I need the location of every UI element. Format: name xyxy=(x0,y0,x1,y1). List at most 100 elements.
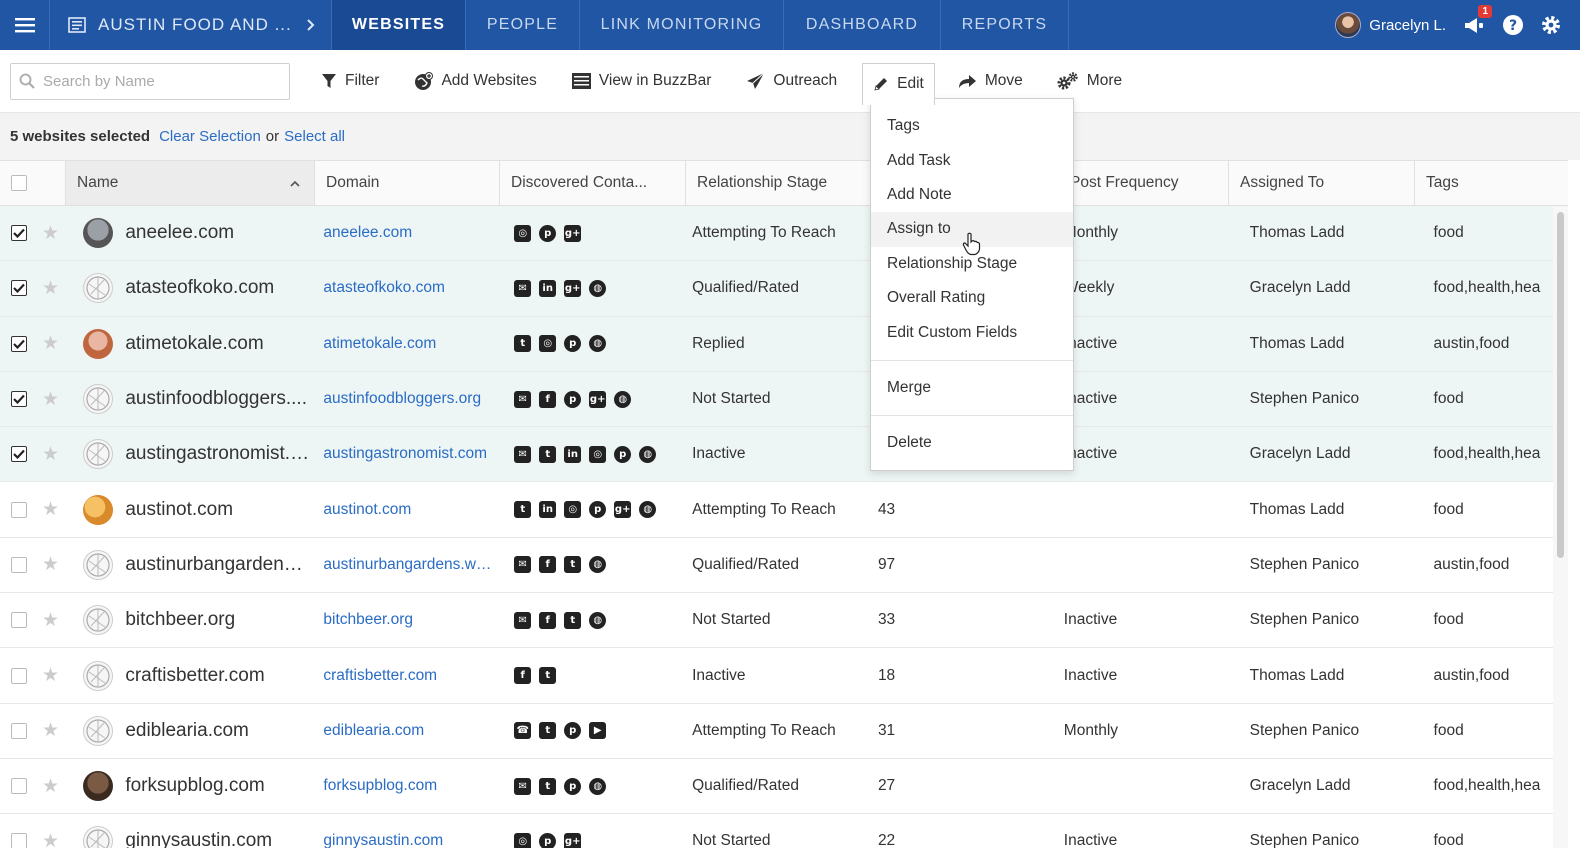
project-switcher[interactable]: AUSTIN FOOD AND ... xyxy=(50,0,332,50)
edit-button[interactable]: Edit xyxy=(862,62,935,105)
instagram-icon[interactable]: ◎ xyxy=(539,335,557,353)
facebook-icon[interactable]: f xyxy=(539,390,557,408)
web-icon[interactable]: ◍ xyxy=(639,445,657,463)
pinterest-icon[interactable]: p xyxy=(564,390,582,408)
twitter-icon[interactable]: t xyxy=(539,445,557,463)
column-name[interactable]: Name xyxy=(66,161,315,205)
domain-link[interactable]: ginnysaustin.com xyxy=(323,832,443,848)
instagram-icon[interactable]: ◎ xyxy=(514,832,532,848)
facebook-icon[interactable]: f xyxy=(514,667,532,685)
favorite-star-icon[interactable]: ★ xyxy=(36,814,66,848)
tab-reports[interactable]: REPORTS xyxy=(941,0,1069,50)
table-row[interactable]: ★ atasteofkoko.com atasteofkoko.com ✉ in g+ ◍ Q… xyxy=(0,261,1553,317)
favorite-star-icon[interactable]: ★ xyxy=(36,372,66,426)
favorite-star-icon[interactable]: ★ xyxy=(36,704,66,758)
website-name-cell[interactable]: austingastronomist.c... xyxy=(65,427,311,481)
googleplus-icon[interactable]: g+ xyxy=(564,832,582,848)
tab-dashboard[interactable]: DASHBOARD xyxy=(784,0,941,50)
favorite-star-icon[interactable]: ★ xyxy=(36,427,66,481)
table-row[interactable]: ★ ediblearia.com ediblearia.com ☎ t p ▶ Attempt… xyxy=(0,704,1553,759)
table-row[interactable]: ★ austinot.com austinot.com t in ◎ p g+ ◍ Attempt… xyxy=(0,482,1553,538)
facebook-icon[interactable]: f xyxy=(539,556,557,574)
domain-link[interactable]: craftisbetter.com xyxy=(323,667,437,685)
favorite-star-icon[interactable]: ★ xyxy=(36,482,66,536)
youtube-icon[interactable]: ▶ xyxy=(589,722,607,740)
search-input[interactable] xyxy=(43,72,273,90)
website-name-cell[interactable]: ginnysaustin.com xyxy=(65,814,311,848)
select-all-link[interactable]: Select all xyxy=(284,128,345,145)
googleplus-icon[interactable]: g+ xyxy=(614,501,632,519)
row-checkbox[interactable] xyxy=(11,612,27,629)
scrollbar-thumb[interactable] xyxy=(1557,212,1564,558)
notifications-button[interactable]: 1 xyxy=(1462,5,1492,37)
domain-link[interactable]: atimetokale.com xyxy=(323,335,436,353)
outreach-button[interactable]: Outreach xyxy=(736,63,847,100)
row-checkbox[interactable] xyxy=(11,722,27,739)
website-name-cell[interactable]: austinfoodbloggers.... xyxy=(65,372,311,426)
column-domain[interactable]: Domain xyxy=(315,161,500,205)
select-all-checkbox[interactable] xyxy=(11,175,27,191)
linkedin-icon[interactable]: in xyxy=(539,501,557,519)
email-icon[interactable]: ✉ xyxy=(514,777,532,795)
favorite-star-icon[interactable]: ★ xyxy=(36,261,66,315)
table-row[interactable]: ★ forksupblog.com forksupblog.com ✉ t p ◍ Quali… xyxy=(0,759,1553,815)
tab-link-monitoring[interactable]: LINK MONITORING xyxy=(580,0,784,50)
row-checkbox[interactable] xyxy=(11,335,27,352)
column-relationship-stage[interactable]: Relationship Stage xyxy=(686,161,872,205)
favorite-star-icon[interactable]: ★ xyxy=(36,317,66,371)
domain-link[interactable]: forksupblog.com xyxy=(323,777,437,795)
menu-item-overall-rating[interactable]: Overall Rating xyxy=(871,281,1073,315)
twitter-icon[interactable]: t xyxy=(564,611,582,629)
website-name-cell[interactable]: bitchbeer.org xyxy=(65,593,311,647)
facebook-icon[interactable]: f xyxy=(539,611,557,629)
website-name-cell[interactable]: atimetokale.com xyxy=(65,317,311,371)
email-icon[interactable]: ✉ xyxy=(514,556,532,574)
phone-icon[interactable]: ☎ xyxy=(514,722,532,740)
column-discovered-contacts[interactable]: Discovered Conta... xyxy=(500,161,686,205)
menu-item-add-note[interactable]: Add Note xyxy=(871,178,1073,212)
googleplus-icon[interactable]: g+ xyxy=(589,390,607,408)
menu-item-tags[interactable]: Tags xyxy=(871,109,1073,143)
hamburger-menu-button[interactable] xyxy=(0,0,50,50)
twitter-icon[interactable]: t xyxy=(514,335,532,353)
row-checkbox[interactable] xyxy=(11,833,27,848)
email-icon[interactable]: ✉ xyxy=(514,611,532,629)
domain-link[interactable]: aneelee.com xyxy=(323,224,412,242)
menu-item-add-task[interactable]: Add Task xyxy=(871,143,1073,177)
table-row[interactable]: ★ austinfoodbloggers.... austinfoodblogger… xyxy=(0,371,1553,428)
pinterest-icon[interactable]: p xyxy=(589,501,607,519)
pinterest-icon[interactable]: p xyxy=(539,832,557,848)
linkedin-icon[interactable]: in xyxy=(539,279,557,297)
help-icon[interactable]: ? xyxy=(1502,14,1524,36)
web-icon[interactable]: ◍ xyxy=(589,777,607,795)
email-icon[interactable]: ✉ xyxy=(514,279,532,297)
website-name-cell[interactable]: austinurbangardens.... xyxy=(65,538,311,592)
view-buzzbar-button[interactable]: View in BuzzBar xyxy=(562,63,722,100)
row-checkbox[interactable] xyxy=(11,667,27,684)
column-tags[interactable]: Tags xyxy=(1415,161,1568,205)
domain-link[interactable]: bitchbeer.org xyxy=(323,611,413,629)
settings-gear-icon[interactable] xyxy=(1540,14,1562,36)
website-name-cell[interactable]: atasteofkoko.com xyxy=(65,261,311,315)
row-checkbox[interactable] xyxy=(11,556,27,573)
web-icon[interactable]: ◍ xyxy=(589,279,607,297)
table-row[interactable]: ★ bitchbeer.org bitchbeer.org ✉ f t ◍ Not Start… xyxy=(0,593,1553,649)
website-name-cell[interactable]: austinot.com xyxy=(65,482,311,536)
row-checkbox[interactable] xyxy=(11,446,27,463)
googleplus-icon[interactable]: g+ xyxy=(564,224,582,242)
row-checkbox[interactable] xyxy=(11,501,27,518)
pinterest-icon[interactable]: p xyxy=(564,722,582,740)
table-row[interactable]: ★ austingastronomist.c... austingastronomi… xyxy=(0,427,1553,483)
twitter-icon[interactable]: t xyxy=(514,501,532,519)
filter-button[interactable]: Filter xyxy=(311,63,389,100)
table-scrollbar[interactable] xyxy=(1553,206,1568,848)
instagram-icon[interactable]: ◎ xyxy=(589,445,607,463)
domain-link[interactable]: austinot.com xyxy=(323,501,411,519)
table-row[interactable]: ★ atimetokale.com atimetokale.com t ◎ p ◍ Repli… xyxy=(0,316,1553,372)
favorite-star-icon[interactable]: ★ xyxy=(36,206,66,260)
twitter-icon[interactable]: t xyxy=(564,556,582,574)
table-row[interactable]: ★ craftisbetter.com craftisbetter.com f t Ina… xyxy=(0,648,1553,704)
favorite-star-icon[interactable]: ★ xyxy=(36,759,66,813)
web-icon[interactable]: ◍ xyxy=(589,335,607,353)
table-row[interactable]: ★ ginnysaustin.com ginnysaustin.com ◎ p g+ Not… xyxy=(0,814,1553,848)
